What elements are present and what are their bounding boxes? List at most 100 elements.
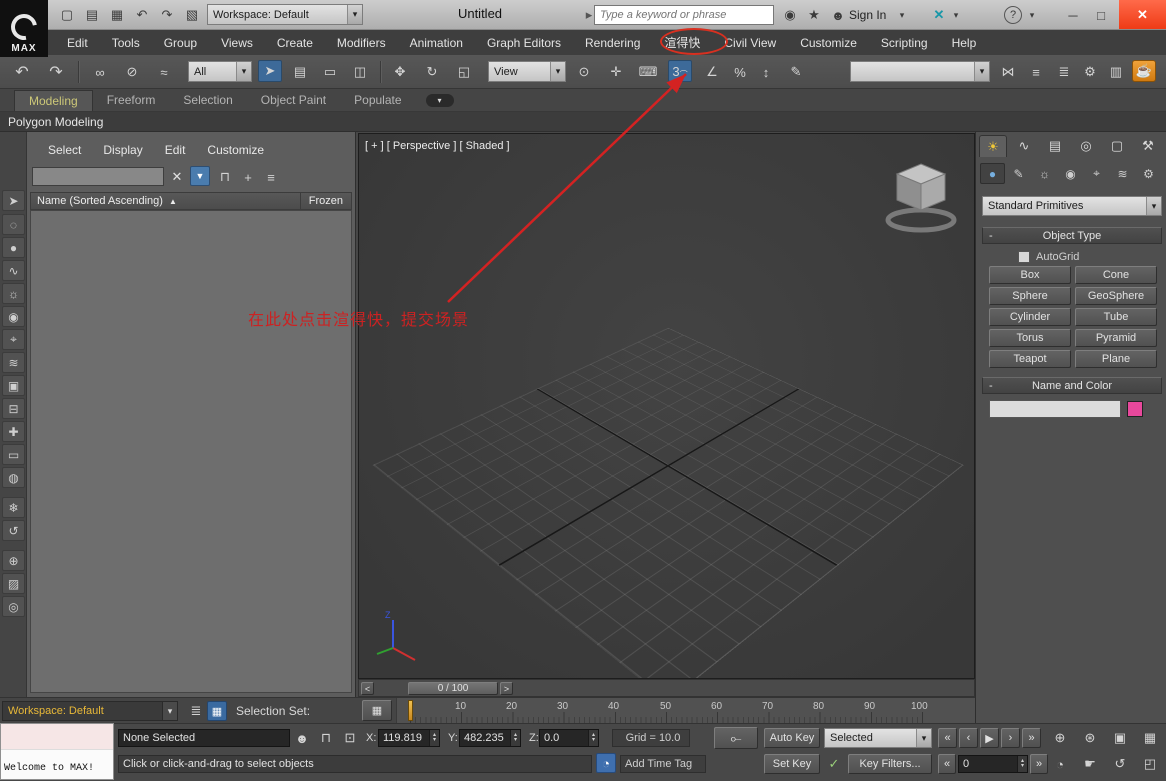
tab-display-icon[interactable]: ▢: [1103, 135, 1131, 157]
zoom-icon[interactable]: ⊕: [1048, 727, 1072, 749]
previous-key-button[interactable]: «: [938, 754, 956, 774]
chevron-down-icon[interactable]: ▾: [1146, 197, 1161, 215]
ribbon-tab-object-paint[interactable]: Object Paint: [247, 90, 340, 110]
frozen-column-header[interactable]: Frozen: [300, 193, 351, 209]
previous-frame-button[interactable]: ‹: [959, 728, 978, 748]
pan-hand-icon[interactable]: ☛: [1078, 753, 1102, 775]
zoom-extents-icon[interactable]: ▣: [1108, 727, 1132, 749]
use-pivot-center-icon[interactable]: ⊙: [572, 61, 596, 83]
select-and-move-icon[interactable]: ✥: [388, 61, 412, 83]
rectangular-selection-region-icon[interactable]: ▭: [318, 61, 342, 83]
orbit-icon[interactable]: ↺: [1108, 753, 1132, 775]
category-cameras-icon[interactable]: ◉: [1058, 163, 1083, 184]
window-close-button[interactable]: ✕: [1119, 0, 1166, 29]
spinner-icon[interactable]: ▴▾: [510, 730, 520, 746]
explorer-hidden-icon[interactable]: ▨: [2, 573, 25, 594]
select-object-icon[interactable]: ➤: [258, 60, 282, 82]
tab-modify-icon[interactable]: ∿: [1010, 135, 1038, 157]
spinner-icon[interactable]: ▴▾: [588, 730, 598, 746]
maxscript-mini-listener[interactable]: Welcome to MAX!: [0, 723, 114, 780]
exchange-apps-icon[interactable]: ✕: [928, 4, 950, 26]
create-cylinder-button[interactable]: Cylinder: [989, 308, 1071, 326]
workspace-selector[interactable]: Workspace: Default ▾: [207, 4, 363, 25]
search-binoculars-icon[interactable]: ◉: [779, 4, 801, 26]
redo-toolbar-icon[interactable]: ↷: [44, 61, 68, 83]
explorer-menu-display[interactable]: Display: [92, 138, 153, 162]
key-filters-button[interactable]: Key Filters...: [848, 754, 932, 774]
signin-caret-icon[interactable]: ▾: [896, 4, 908, 26]
macro-recorder-pane[interactable]: [1, 724, 113, 750]
menu-create[interactable]: Create: [265, 30, 325, 55]
x-coordinate-field[interactable]: 119.819 ▴▾: [378, 729, 440, 747]
snaps-toggle-icon[interactable]: 3⌒: [668, 60, 692, 82]
explorer-menu-select[interactable]: Select: [37, 138, 92, 162]
tab-motion-icon[interactable]: ◎: [1072, 135, 1100, 157]
project-folder-icon[interactable]: ▧: [181, 4, 203, 26]
ribbon-tab-populate[interactable]: Populate: [340, 90, 415, 110]
ribbon-tab-selection[interactable]: Selection: [169, 90, 246, 110]
percent-snap-icon[interactable]: %: [728, 61, 752, 83]
app-logo[interactable]: MAX: [0, 0, 48, 57]
favorites-star-icon[interactable]: ★: [803, 4, 825, 26]
bind-to-space-warp-icon[interactable]: ≈: [152, 61, 176, 83]
explorer-object-list[interactable]: [30, 210, 352, 693]
signin-person-icon[interactable]: ☻: [827, 4, 849, 26]
name-column-header[interactable]: Name (Sorted Ascending): [31, 195, 163, 207]
menu-animation[interactable]: Animation: [398, 30, 475, 55]
spin-down-icon[interactable]: ▾: [433, 738, 436, 743]
z-coordinate-field[interactable]: 0.0 ▴▾: [539, 729, 599, 747]
menu-modifiers[interactable]: Modifiers: [325, 30, 398, 55]
current-frame-field[interactable]: 0 ▴▾: [958, 755, 1028, 773]
menu-customize[interactable]: Customize: [788, 30, 869, 55]
add-to-selection-icon[interactable]: +: [238, 166, 258, 188]
y-coordinate-field[interactable]: 482.235 ▴▾: [459, 729, 521, 747]
explorer-display-frozen-icon[interactable]: ❄: [2, 497, 25, 518]
explorer-select-object-icon[interactable]: ➤: [2, 190, 25, 211]
redo-icon[interactable]: ↷: [156, 4, 178, 26]
go-to-end-button[interactable]: »: [1022, 728, 1041, 748]
perspective-viewport[interactable]: [ + ] [ Perspective ] [ Shaded ] Z: [358, 133, 975, 679]
create-pyramid-button[interactable]: Pyramid: [1075, 329, 1157, 347]
mini-curve-editor-button[interactable]: ▦: [362, 700, 392, 721]
tab-hierarchy-icon[interactable]: ▤: [1041, 135, 1069, 157]
select-by-name-icon[interactable]: ▤: [288, 61, 312, 83]
explorer-display-materials-icon[interactable]: ◍: [2, 467, 25, 488]
zoom-all-icon[interactable]: ⊛: [1078, 727, 1102, 749]
go-to-start-button[interactable]: «: [938, 728, 957, 748]
spin-down-icon[interactable]: ▾: [1021, 764, 1024, 769]
category-geometry-icon[interactable]: ●: [980, 163, 1005, 184]
zoom-extents-all-icon[interactable]: ▦: [1138, 727, 1162, 749]
save-file-icon[interactable]: ▦: [106, 4, 128, 26]
chevron-down-icon[interactable]: ▾: [916, 729, 931, 747]
explorer-display-containers-icon[interactable]: ▭: [2, 444, 25, 465]
undo-icon[interactable]: ↶: [131, 4, 153, 26]
help-caret-icon[interactable]: ▾: [1026, 4, 1038, 26]
window-crossing-icon[interactable]: ◫: [348, 61, 372, 83]
create-plane-button[interactable]: Plane: [1075, 350, 1157, 368]
category-systems-icon[interactable]: ⚙: [1136, 163, 1161, 184]
category-spacewarps-icon[interactable]: ≋: [1110, 163, 1135, 184]
clear-search-icon[interactable]: ✕: [167, 166, 187, 188]
select-and-link-icon[interactable]: ∞: [88, 61, 112, 83]
lock-selection-icon[interactable]: ⊓: [316, 727, 336, 749]
keyable-toggle-icon[interactable]: ✓: [824, 753, 844, 775]
ribbon-tab-modeling[interactable]: Modeling: [14, 90, 93, 111]
ribbon-tab-freeform[interactable]: Freeform: [93, 90, 170, 110]
explorer-display-cameras-icon[interactable]: ◉: [2, 306, 25, 327]
menu-rendering[interactable]: Rendering: [573, 30, 652, 55]
menu-help[interactable]: Help: [940, 30, 989, 55]
window-maximize-button[interactable]: □: [1090, 4, 1112, 26]
explorer-display-shapes-icon[interactable]: ∿: [2, 260, 25, 281]
menu-group[interactable]: Group: [152, 30, 209, 55]
keyboard-override-icon[interactable]: ⌨: [636, 61, 660, 83]
add-time-tag-field[interactable]: Add Time Tag: [620, 755, 706, 773]
explorer-display-xrefs-icon[interactable]: ⊟: [2, 398, 25, 419]
isolate-selection-icon[interactable]: ☻: [292, 727, 312, 749]
manage-layers-icon[interactable]: ≣: [184, 700, 208, 722]
ribbon-panel-title[interactable]: Polygon Modeling: [0, 115, 103, 129]
explorer-display-lights-icon[interactable]: ☼: [2, 283, 25, 304]
set-key-button[interactable]: Set Key: [764, 754, 820, 774]
new-scene-icon[interactable]: ▢: [56, 4, 78, 26]
set-keys-big-button[interactable]: ⟜: [714, 727, 758, 749]
explorer-display-geometry-icon[interactable]: ●: [2, 237, 25, 258]
